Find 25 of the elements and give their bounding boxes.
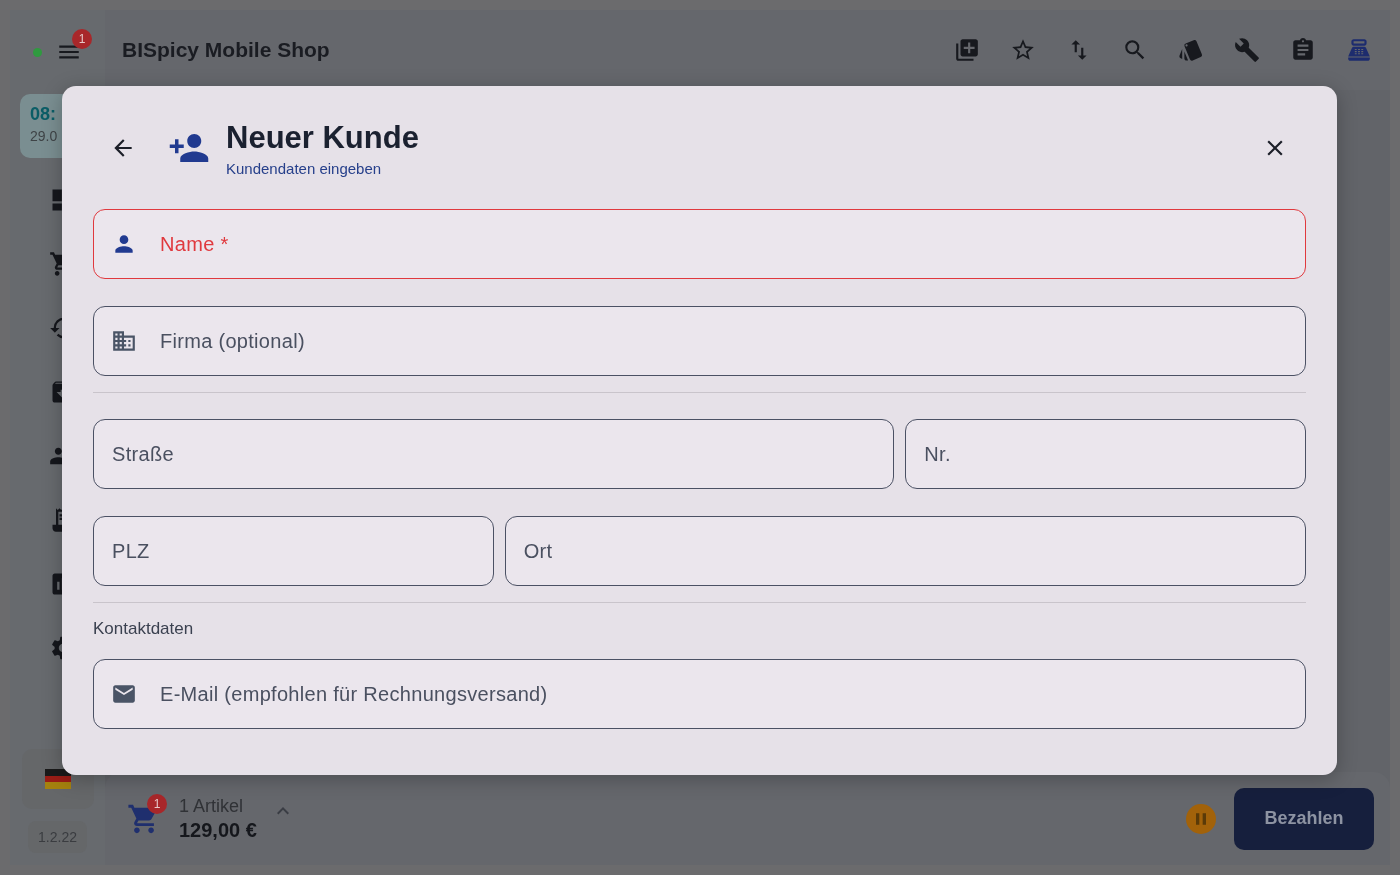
pause-button[interactable] bbox=[1186, 803, 1216, 834]
input-field[interactable]: Nr. bbox=[905, 419, 1306, 489]
star-icon[interactable] bbox=[1010, 37, 1036, 63]
cash-register-icon[interactable] bbox=[1346, 37, 1372, 63]
input-field[interactable]: Firma (optional) bbox=[93, 306, 1306, 376]
notification-badge: 1 bbox=[72, 29, 92, 49]
building-icon bbox=[111, 328, 137, 354]
clipboard-icon[interactable] bbox=[1290, 37, 1316, 63]
wrench-icon[interactable] bbox=[1234, 37, 1260, 63]
dialog-subtitle: Kundendaten eingeben bbox=[226, 159, 383, 177]
clock-date: 29.0 bbox=[30, 128, 59, 144]
input-field[interactable]: PLZ bbox=[93, 516, 494, 586]
cart-total: 129,00 € bbox=[179, 818, 257, 842]
input-field[interactable]: Ort bbox=[504, 516, 1306, 586]
add-library-icon[interactable] bbox=[954, 37, 980, 63]
input-field[interactable]: Straße bbox=[93, 419, 895, 489]
section-heading: Kontaktdaten bbox=[93, 619, 195, 639]
app-title: BISpicy Mobile Shop bbox=[122, 38, 330, 62]
clock-time: 08: bbox=[30, 104, 57, 125]
input-field[interactable]: E-Mail (empfohlen für Rechnungsversand) bbox=[93, 659, 1306, 729]
input-field[interactable]: Name * bbox=[93, 209, 1306, 279]
pay-button[interactable]: Bezahlen bbox=[1234, 787, 1374, 850]
dialog-title: Neuer Kunde bbox=[226, 119, 419, 156]
cart-badge: 1 bbox=[147, 793, 167, 814]
german-flag-icon bbox=[44, 769, 71, 789]
